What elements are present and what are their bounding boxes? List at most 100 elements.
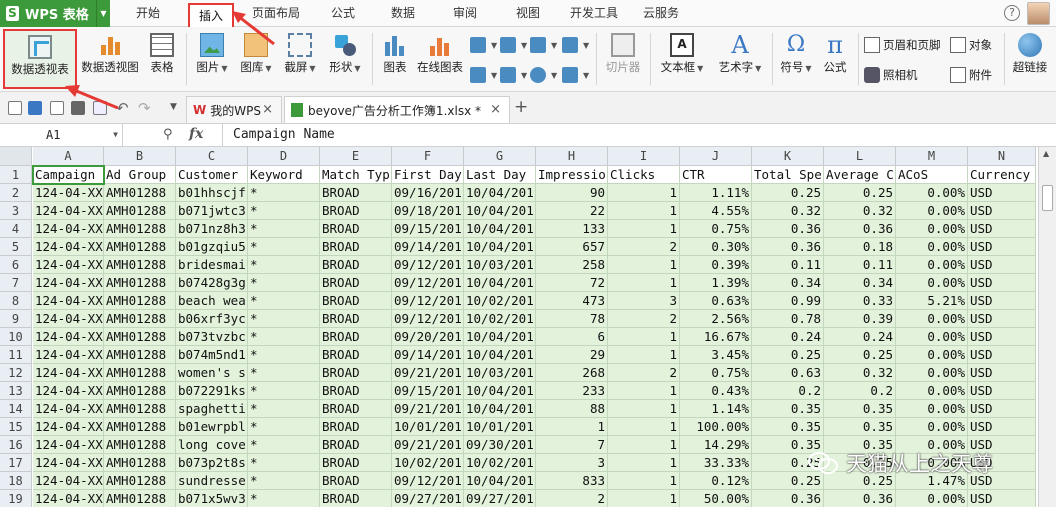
row-header[interactable]: 5 <box>0 238 32 256</box>
header-cell[interactable]: Total Spe <box>752 166 824 184</box>
table-cell[interactable]: b072291ks <box>176 382 248 400</box>
table-cell[interactable]: 1 <box>608 274 680 292</box>
table-cell[interactable]: * <box>248 238 320 256</box>
table-cell[interactable]: 09/14/201 <box>392 346 464 364</box>
table-cell[interactable]: USD <box>968 328 1036 346</box>
table-cell[interactable]: 09/21/201 <box>392 436 464 454</box>
table-cell[interactable]: BROAD <box>320 472 392 490</box>
online-chart-button[interactable]: 在线图表 <box>414 29 466 89</box>
table-cell[interactable]: 1 <box>608 382 680 400</box>
table-cell[interactable]: 10/04/201 <box>464 202 536 220</box>
table-cell[interactable]: BROAD <box>320 220 392 238</box>
table-cell[interactable]: 833 <box>536 472 608 490</box>
table-cell[interactable]: b01hhscjf <box>176 184 248 202</box>
table-cell[interactable]: USD <box>968 346 1036 364</box>
column-header[interactable]: G <box>464 147 536 166</box>
table-cell[interactable]: AMH01288 <box>104 436 176 454</box>
table-cell[interactable]: 09/27/201 <box>392 490 464 507</box>
table-cell[interactable]: b07428g3g <box>176 274 248 292</box>
table-cell[interactable]: 0.00% <box>896 346 968 364</box>
table-cell[interactable]: 10/04/201 <box>464 472 536 490</box>
table-cell[interactable]: AMH01288 <box>104 292 176 310</box>
table-cell[interactable]: 233 <box>536 382 608 400</box>
chevron-down-icon[interactable]: ▼ <box>113 124 118 146</box>
table-cell[interactable]: 0.11 <box>752 256 824 274</box>
table-cell[interactable]: 0.00% <box>896 256 968 274</box>
close-icon[interactable]: × <box>262 102 273 117</box>
table-cell[interactable]: 14.29% <box>680 436 752 454</box>
table-cell[interactable]: BROAD <box>320 328 392 346</box>
header-cell[interactable]: Clicks <box>608 166 680 184</box>
textbox-button[interactable]: A 文本框 ▼ <box>656 29 708 89</box>
table-cell[interactable]: 0.78 <box>752 310 824 328</box>
table-cell[interactable]: 0.25 <box>824 346 896 364</box>
table-cell[interactable]: BROAD <box>320 364 392 382</box>
table-cell[interactable]: 09/21/201 <box>392 364 464 382</box>
table-cell[interactable]: 0.24 <box>824 328 896 346</box>
table-cell[interactable]: 0.00% <box>896 184 968 202</box>
table-cell[interactable]: 124-04-XX <box>33 292 104 310</box>
table-cell[interactable]: 0.34 <box>824 274 896 292</box>
tab-page-layout[interactable]: 页面布局 <box>244 0 308 27</box>
avatar[interactable] <box>1027 2 1050 25</box>
print-preview-icon[interactable] <box>93 101 107 115</box>
bar-chart-button[interactable]: ▼ <box>500 35 527 55</box>
table-cell[interactable]: 0.36 <box>752 490 824 507</box>
table-cell[interactable]: 100.00% <box>680 418 752 436</box>
table-cell[interactable]: 72 <box>536 274 608 292</box>
table-cell[interactable]: 09/16/201 <box>392 184 464 202</box>
column-header[interactable]: C <box>176 147 248 166</box>
table-cell[interactable]: b073p2t8s <box>176 454 248 472</box>
table-cell[interactable]: 0.35 <box>752 400 824 418</box>
table-cell[interactable]: 2.56% <box>680 310 752 328</box>
table-cell[interactable]: 10/04/201 <box>464 400 536 418</box>
table-cell[interactable]: 10/01/201 <box>392 418 464 436</box>
table-cell[interactable]: 09/12/201 <box>392 292 464 310</box>
row-header[interactable]: 12 <box>0 364 32 382</box>
table-cell[interactable]: BROAD <box>320 346 392 364</box>
table-cell[interactable]: 124-04-XX <box>33 202 104 220</box>
chart-button[interactable]: 图表 <box>378 29 412 89</box>
table-cell[interactable]: 10/04/201 <box>464 274 536 292</box>
row-header[interactable]: 16 <box>0 436 32 454</box>
header-cell[interactable]: Keyword <box>248 166 320 184</box>
chevron-down-icon[interactable]: ▼ <box>96 0 110 27</box>
table-cell[interactable]: 0.35 <box>824 418 896 436</box>
tab-insert[interactable]: 插入 <box>188 3 234 29</box>
table-cell[interactable]: BROAD <box>320 202 392 220</box>
table-cell[interactable]: 09/12/201 <box>392 256 464 274</box>
table-cell[interactable]: 124-04-XX <box>33 274 104 292</box>
formula-input[interactable]: Campaign Name <box>222 124 1056 146</box>
column-header[interactable]: M <box>896 147 968 166</box>
undo-icon[interactable]: ↶ <box>116 99 129 117</box>
table-cell[interactable]: 5.21% <box>896 292 968 310</box>
table-cell[interactable]: AMH01288 <box>104 238 176 256</box>
table-cell[interactable]: 124-04-XX <box>33 220 104 238</box>
table-cell[interactable]: 0.63 <box>752 364 824 382</box>
table-cell[interactable]: * <box>248 202 320 220</box>
tab-data[interactable]: 数据 <box>380 0 426 27</box>
table-cell[interactable]: 1 <box>608 184 680 202</box>
screenshot-button[interactable]: 截屏 ▼ <box>280 29 320 89</box>
table-cell[interactable]: AMH01288 <box>104 184 176 202</box>
object-button[interactable]: 对象 <box>950 35 992 55</box>
table-cell[interactable]: 124-04-XX <box>33 490 104 507</box>
table-cell[interactable]: 0.00% <box>896 238 968 256</box>
table-cell[interactable]: BROAD <box>320 490 392 507</box>
table-cell[interactable]: USD <box>968 220 1036 238</box>
table-cell[interactable]: 0.39% <box>680 256 752 274</box>
vertical-scrollbar[interactable]: ▲ <box>1038 147 1056 507</box>
table-cell[interactable]: AMH01288 <box>104 472 176 490</box>
table-cell[interactable]: 1 <box>608 400 680 418</box>
column-header[interactable]: N <box>968 147 1036 166</box>
header-cell[interactable]: Customer <box>176 166 248 184</box>
table-cell[interactable]: BROAD <box>320 238 392 256</box>
table-cell[interactable]: 1 <box>608 220 680 238</box>
table-cell[interactable]: * <box>248 400 320 418</box>
row-header[interactable]: 10 <box>0 328 32 346</box>
table-cell[interactable]: USD <box>968 310 1036 328</box>
radar-chart-button[interactable]: ▼ <box>562 35 589 55</box>
table-cell[interactable]: BROAD <box>320 310 392 328</box>
table-cell[interactable]: 124-04-XX <box>33 436 104 454</box>
table-cell[interactable]: AMH01288 <box>104 310 176 328</box>
